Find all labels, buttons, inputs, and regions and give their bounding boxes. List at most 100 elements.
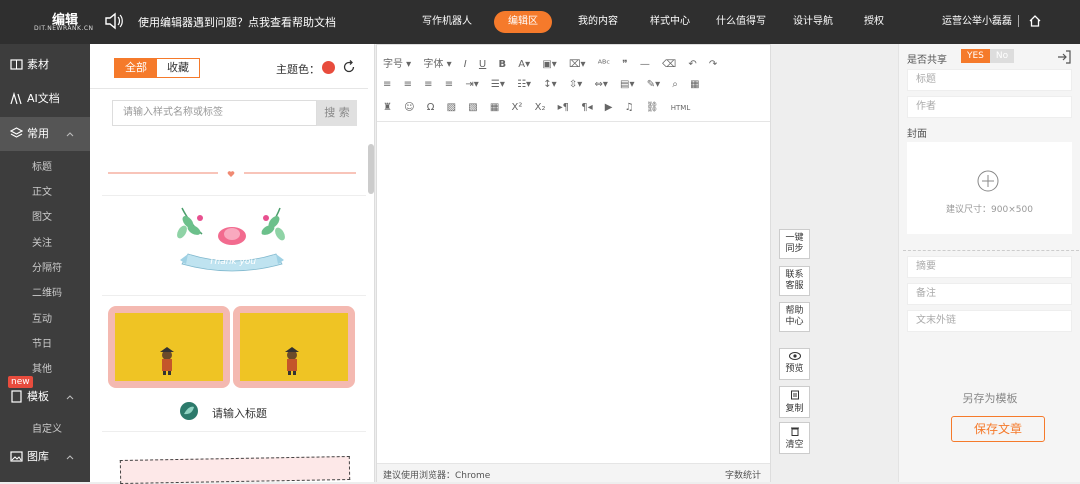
note-input[interactable]: 备注 <box>907 283 1072 305</box>
home-icon[interactable] <box>1028 14 1042 28</box>
save-as-template-button[interactable]: 另存为模板 <box>899 390 1080 406</box>
background-color-icon[interactable]: ▣▾ <box>542 59 556 70</box>
nav-editor[interactable]: 编辑区 <box>494 11 552 33</box>
image-float-icon[interactable]: ▤▾ <box>620 79 634 90</box>
preview-button[interactable]: 预览 <box>779 348 810 380</box>
clear-button[interactable]: 清空 <box>779 422 810 454</box>
search-button[interactable]: 搜 索 <box>317 100 357 126</box>
scrollbar[interactable] <box>368 144 374 194</box>
superscript-icon[interactable]: X² <box>512 102 523 113</box>
account-name[interactable]: 运营公举小磊磊 <box>942 12 1012 27</box>
align-center-icon[interactable]: ≡ <box>404 79 412 90</box>
magic-wand-icon[interactable]: ✎▾ <box>647 79 660 90</box>
sidebar-sub-interaction[interactable]: 互动 <box>32 310 52 325</box>
link-icon[interactable]: ⛓ <box>646 102 659 113</box>
insert-table-icon[interactable]: ▦ <box>490 102 499 113</box>
style-card-dashed[interactable] <box>119 455 351 484</box>
save-article-button[interactable]: 保存文章 <box>951 416 1045 442</box>
table-icon[interactable]: ▦ <box>690 79 699 90</box>
font-color-icon[interactable]: A▾ <box>518 59 530 70</box>
special-char-icon[interactable]: Ω <box>427 102 435 113</box>
share-toggle[interactable]: YES No <box>961 49 1015 63</box>
undo-icon[interactable]: ↶ <box>688 59 696 70</box>
refresh-icon[interactable] <box>342 60 356 74</box>
insert-image-icon[interactable]: ▨ <box>447 102 456 113</box>
help-center-button[interactable]: 帮助中心 <box>779 302 810 332</box>
sidebar-sub-follow[interactable]: 关注 <box>32 234 52 249</box>
style-card-divider[interactable] <box>102 144 366 196</box>
font-family-dropdown[interactable]: 字体 ▾ <box>423 55 451 70</box>
exit-icon[interactable] <box>1057 50 1071 64</box>
sidebar-sub-other[interactable]: 其他 <box>32 360 52 375</box>
author-input[interactable]: 作者 <box>907 96 1072 118</box>
indent-icon[interactable]: ⇥▾ <box>465 79 478 90</box>
nav-worth-writing[interactable]: 什么值得写 <box>716 12 766 27</box>
nav-authorize[interactable]: 授权 <box>864 12 884 27</box>
sidebar-item-gallery[interactable]: 图库 <box>0 440 90 474</box>
subscript-icon[interactable]: X₂ <box>535 102 546 113</box>
spellcheck-icon[interactable]: ᴬᴮᶜ <box>598 59 610 70</box>
sync-button[interactable]: 一键同步 <box>779 229 810 259</box>
ordered-list-icon[interactable]: ☰▾ <box>491 79 505 90</box>
help-notice-link[interactable]: 使用编辑器遇到问题？点我查看帮助文档 <box>138 14 336 30</box>
style-search-input[interactable]: 请输入样式名称或标签 <box>112 100 317 126</box>
theme-color-picker[interactable] <box>322 61 335 74</box>
music-icon[interactable]: ♫ <box>625 102 634 113</box>
html-source-icon[interactable]: HTML <box>671 104 690 112</box>
share-no[interactable]: No <box>989 49 1015 63</box>
copy-button[interactable]: 复制 <box>779 386 810 418</box>
cover-upload[interactable]: 建议尺寸：900×500 <box>907 142 1072 234</box>
nav-style-center[interactable]: 样式中心 <box>650 12 690 27</box>
share-yes[interactable]: YES <box>961 49 990 63</box>
sidebar-sub-image-text[interactable]: 图文 <box>32 208 52 223</box>
italic-icon[interactable]: I <box>464 59 467 70</box>
tab-favorites[interactable]: 收藏 <box>157 59 199 77</box>
underline-icon[interactable]: U <box>479 59 486 70</box>
align-justify-icon[interactable]: ≡ <box>445 79 453 90</box>
sidebar-sub-qrcode[interactable]: 二维码 <box>32 284 62 299</box>
letter-spacing-icon[interactable]: ⇔▾ <box>594 79 607 90</box>
horizontal-rule-icon[interactable]: — <box>640 59 650 70</box>
format-brush-icon[interactable]: ⌧▾ <box>569 59 586 70</box>
sidebar-sub-title[interactable]: 标题 <box>32 158 52 173</box>
word-count-button[interactable]: 字数统计 <box>725 468 761 481</box>
align-right-icon[interactable]: ≡ <box>424 79 432 90</box>
sidebar-item-template[interactable]: 模板 <box>0 380 90 414</box>
emoji-icon[interactable]: ☺ <box>404 102 414 113</box>
rtl-icon[interactable]: ¶◂ <box>581 102 592 113</box>
nav-writing-robot[interactable]: 写作机器人 <box>422 12 472 27</box>
logo[interactable]: 编辑 DIT.NEWRANK.CN <box>30 8 100 36</box>
title-input[interactable]: 标题 <box>907 69 1072 91</box>
ltr-icon[interactable]: ▸¶ <box>558 102 569 113</box>
align-left-icon[interactable]: ≡ <box>383 79 391 90</box>
editor-content-area[interactable] <box>377 122 770 462</box>
stamp-icon[interactable]: ♜ <box>383 102 392 113</box>
style-card-thank-you[interactable]: Thank you <box>102 196 366 296</box>
sidebar-sub-festival[interactable]: 节日 <box>32 335 52 350</box>
paragraph-spacing-icon[interactable]: ⇳▾ <box>569 79 582 90</box>
sidebar-item-common[interactable]: 常用 <box>0 117 90 151</box>
bold-icon[interactable]: B <box>498 59 506 70</box>
nav-my-content[interactable]: 我的内容 <box>578 12 618 27</box>
sidebar-sub-divider[interactable]: 分隔符 <box>32 259 62 274</box>
nav-design-guide[interactable]: 设计导航 <box>793 12 833 27</box>
tab-all[interactable]: 全部 <box>115 59 157 77</box>
line-height-icon[interactable]: ↕▾ <box>543 79 556 90</box>
sidebar-item-ai-doc[interactable]: AI文档 <box>0 82 90 116</box>
sidebar-item-material[interactable]: 素材 <box>0 48 90 82</box>
summary-input[interactable]: 摘要 <box>907 256 1072 278</box>
external-link-input[interactable]: 文末外链 <box>907 310 1072 332</box>
sidebar-sub-custom[interactable]: 自定义 <box>32 420 62 435</box>
font-size-dropdown[interactable]: 字号 ▾ <box>383 55 411 70</box>
contact-support-button[interactable]: 联系客服 <box>779 266 810 296</box>
card-title: 请输入标题 <box>212 407 267 420</box>
search-replace-icon[interactable]: ⌕ <box>672 79 678 90</box>
style-card-image-pair[interactable]: 请输入标题 <box>102 296 366 432</box>
insert-multi-image-icon[interactable]: ▧ <box>468 102 477 113</box>
unordered-list-icon[interactable]: ☷▾ <box>517 79 531 90</box>
eraser-icon[interactable]: ⌫ <box>662 59 676 70</box>
sidebar-sub-body[interactable]: 正文 <box>32 183 52 198</box>
quote-icon[interactable]: ❞ <box>622 59 627 70</box>
redo-icon[interactable]: ↷ <box>709 59 717 70</box>
video-icon[interactable]: ▶ <box>605 102 613 113</box>
